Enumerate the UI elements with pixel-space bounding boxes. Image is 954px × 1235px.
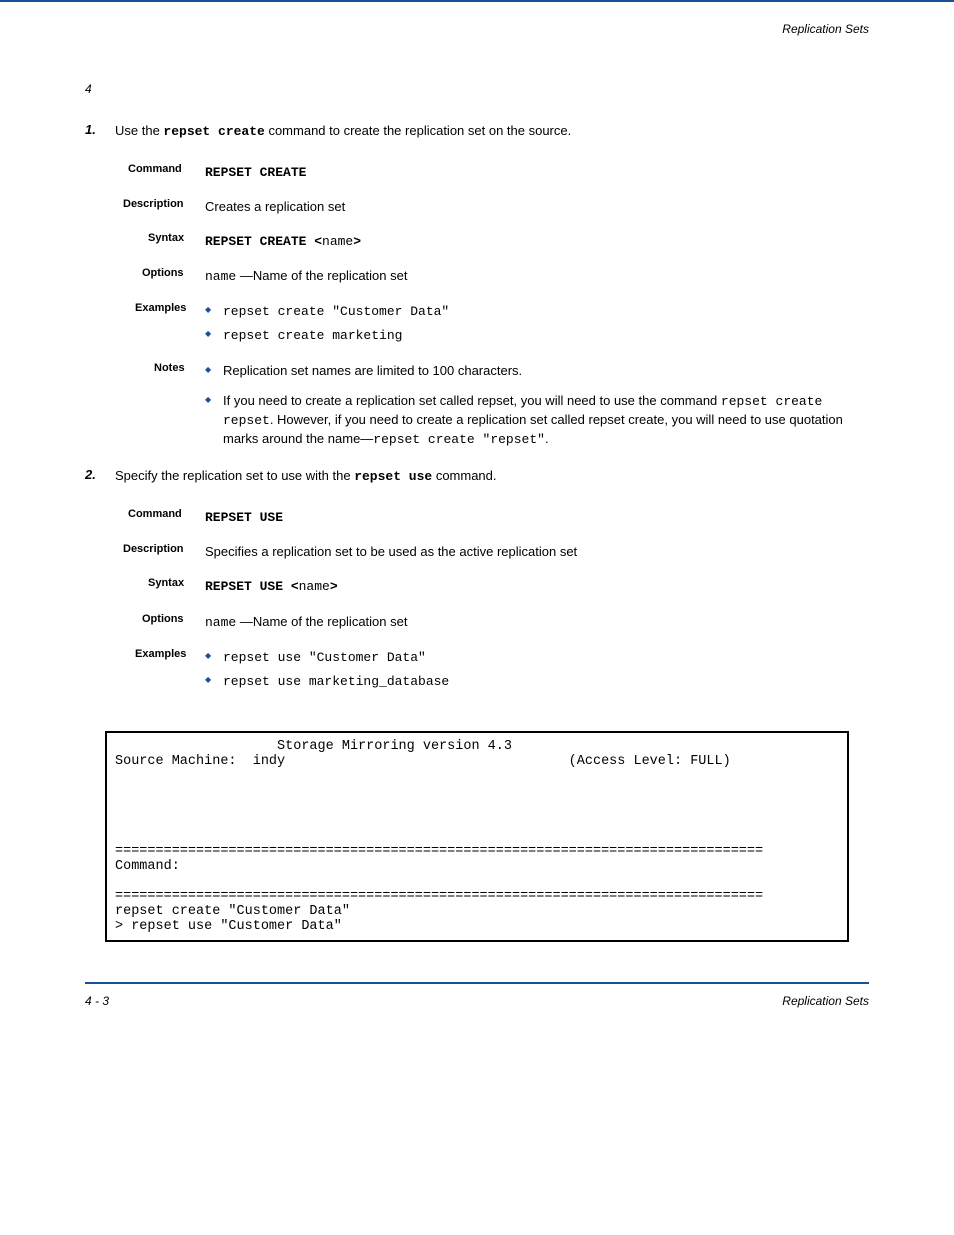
footer: 4 - 3 Replication Sets xyxy=(85,982,869,1008)
cmd-repset-create-inline: repset create xyxy=(163,124,264,139)
step-2-number: 2. xyxy=(85,467,96,482)
label-syntax-1: Syntax xyxy=(148,232,184,244)
terminal-output: Storage Mirroring version 4.3 Source Mac… xyxy=(105,731,849,942)
footer-page: 4 - 3 xyxy=(85,994,109,1008)
label-examples-1: Examples xyxy=(135,302,186,314)
example-use-2: repset use marketing_database xyxy=(205,672,859,691)
cmd-use-desc: Specifies a replication set to be used a… xyxy=(205,543,859,561)
cmd-repset-use-inline: repset use xyxy=(354,469,432,484)
footer-chapter: Replication Sets xyxy=(782,994,869,1008)
page-side-number: 4 xyxy=(85,82,92,96)
label-description-1: Description xyxy=(123,198,184,210)
cmd-use-name: REPSET USE xyxy=(205,510,283,525)
label-command-1: Command xyxy=(128,163,182,175)
step-1-text: Use the repset create command to create … xyxy=(115,122,859,141)
label-command-2: Command xyxy=(128,508,182,520)
cmd-create-desc: Creates a replication set xyxy=(205,198,859,216)
label-options-1: Options xyxy=(142,267,184,279)
label-examples-2: Examples xyxy=(135,648,186,660)
header-chapter: Replication Sets xyxy=(782,22,869,36)
example-create-2: repset create marketing xyxy=(205,326,859,345)
step-1-number: 1. xyxy=(85,122,96,137)
page-container: Replication Sets 4 1. Use the repset cre… xyxy=(0,0,954,1038)
note-2: If you need to create a replication set … xyxy=(205,392,859,450)
label-notes-1: Notes xyxy=(154,362,185,374)
example-use-1: repset use "Customer Data" xyxy=(205,648,859,667)
label-description-2: Description xyxy=(123,543,184,555)
step-2-text: Specify the replication set to use with … xyxy=(115,467,859,486)
label-options-2: Options xyxy=(142,613,184,625)
example-create-1: repset create "Customer Data" xyxy=(205,302,859,321)
note-1: Replication set names are limited to 100… xyxy=(205,362,859,380)
cmd-create-name: REPSET CREATE xyxy=(205,165,306,180)
label-syntax-2: Syntax xyxy=(148,577,184,589)
